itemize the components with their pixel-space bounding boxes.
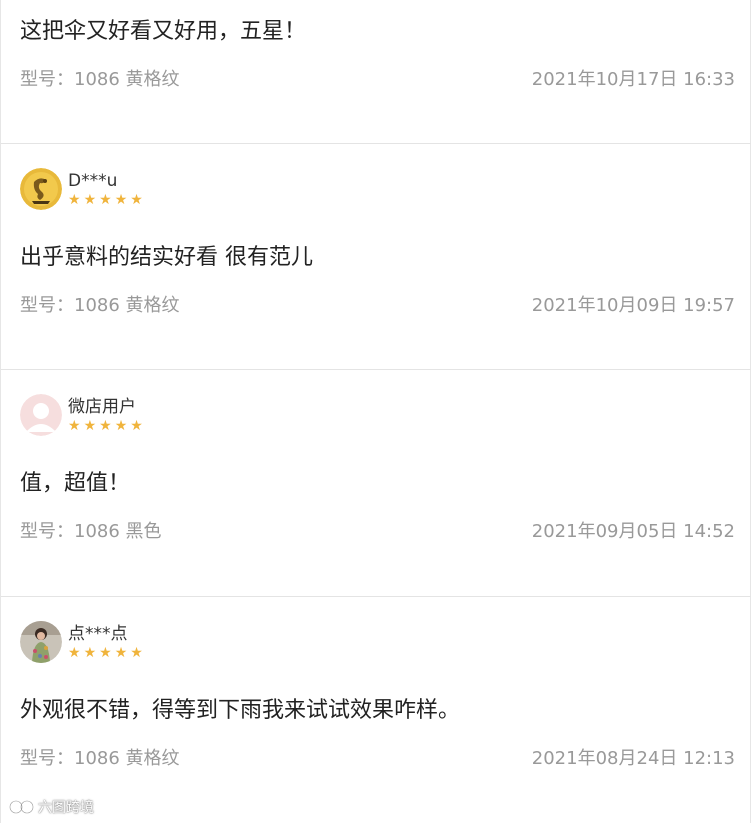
rating-stars: ★ ★ ★ ★ ★ — [68, 192, 146, 208]
watermark-logo-icon — [9, 800, 34, 814]
rating-stars: ★ ★ ★ ★ ★ — [68, 645, 146, 661]
spec-label: 型号： — [20, 748, 74, 769]
review-meta: 型号：1086 黑色 2021年09月05日 14:52 — [20, 521, 735, 543]
rating-stars: ★ ★ ★ ★ ★ — [68, 418, 146, 434]
username: D***u — [68, 170, 118, 191]
star-icon: ★ — [99, 191, 112, 208]
review-spec: 型号：1086 黄格纹 — [20, 748, 180, 770]
review-meta: 型号：1086 黄格纹 2021年10月09日 19:57 — [20, 295, 735, 317]
review-content: 出乎意料的结实好看 很有范儿 — [20, 245, 313, 270]
reviewer-meta: 微店用户 ★ ★ ★ ★ ★ — [68, 397, 146, 434]
star-icon: ★ — [68, 191, 81, 208]
avatar-image — [20, 621, 62, 663]
default-avatar-icon — [20, 394, 62, 436]
spec-value: 1086 黄格纹 — [74, 69, 180, 90]
review-content: 值，超值！ — [20, 471, 131, 496]
reviewer-row: 微店用户 ★ ★ ★ ★ ★ — [20, 394, 146, 436]
star-icon: ★ — [130, 417, 143, 434]
review-meta: 型号：1086 黄格纹 2021年08月24日 12:13 — [20, 748, 735, 770]
star-icon: ★ — [83, 644, 97, 661]
avatar[interactable] — [20, 394, 62, 436]
star-icon: ★ — [83, 417, 97, 434]
star-icon: ★ — [99, 644, 112, 661]
review-item: D***u ★ ★ ★ ★ ★ 出乎意料的结实好看 很有范儿 型号：1086 黄… — [1, 144, 751, 370]
username: 点***点 — [68, 623, 128, 644]
review-datetime: 2021年10月09日 19:57 — [531, 295, 735, 316]
reviewer-row: 点***点 ★ ★ ★ ★ ★ — [20, 621, 146, 663]
star-icon: ★ — [83, 191, 97, 208]
review-spec: 型号：1086 黄格纹 — [20, 295, 180, 317]
review-content: 外观很不错，得等到下雨我来试试效果咋样。 — [20, 698, 461, 723]
spec-value: 1086 黑色 — [74, 521, 162, 542]
review-meta: 型号：1086 黄格纹 2021年10月17日 16:33 — [20, 69, 735, 91]
star-icon: ★ — [114, 417, 128, 434]
review-datetime: 2021年09月05日 14:52 — [531, 521, 735, 542]
watermark-text: 六图跨境 — [38, 800, 94, 816]
review-content: 这把伞又好看又好用，五星！ — [20, 19, 307, 44]
username: 微店用户 — [68, 396, 136, 417]
review-datetime: 2021年08月24日 12:13 — [531, 748, 735, 769]
reviewer-meta: 点***点 ★ ★ ★ ★ ★ — [68, 624, 146, 661]
spec-value: 1086 黄格纹 — [74, 295, 180, 316]
avatar-image — [20, 168, 62, 210]
star-icon: ★ — [99, 417, 112, 434]
spec-label: 型号： — [20, 295, 74, 316]
review-spec: 型号：1086 黄格纹 — [20, 69, 180, 91]
star-icon: ★ — [68, 644, 81, 661]
reviews-page: 这把伞又好看又好用，五星！ 型号：1086 黄格纹 2021年10月17日 16… — [0, 0, 751, 823]
star-icon: ★ — [68, 417, 81, 434]
review-item: 这把伞又好看又好用，五星！ 型号：1086 黄格纹 2021年10月17日 16… — [1, 0, 751, 144]
spec-label: 型号： — [20, 521, 74, 542]
star-icon: ★ — [114, 191, 128, 208]
star-icon: ★ — [114, 644, 128, 661]
reviewer-meta: D***u ★ ★ ★ ★ ★ — [68, 171, 146, 208]
star-icon: ★ — [130, 644, 143, 661]
star-icon: ★ — [130, 191, 143, 208]
spec-label: 型号： — [20, 69, 74, 90]
watermark: 六图跨境 — [9, 797, 94, 817]
avatar[interactable] — [20, 168, 62, 210]
review-item: 点***点 ★ ★ ★ ★ ★ 外观很不错，得等到下雨我来试试效果咋样。 型号：… — [1, 597, 751, 823]
avatar[interactable] — [20, 621, 62, 663]
review-datetime: 2021年10月17日 16:33 — [531, 69, 735, 90]
review-spec: 型号：1086 黑色 — [20, 521, 162, 543]
review-item: 微店用户 ★ ★ ★ ★ ★ 值，超值！ 型号：1086 黑色 2021年09月… — [1, 370, 751, 597]
spec-value: 1086 黄格纹 — [74, 748, 180, 769]
reviewer-row: D***u ★ ★ ★ ★ ★ — [20, 168, 146, 210]
